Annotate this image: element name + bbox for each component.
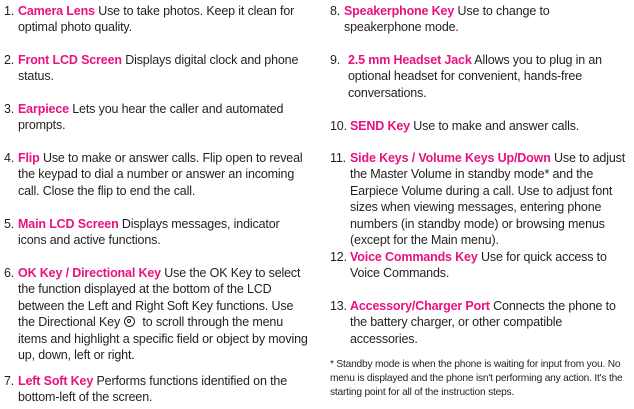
item-text: Use to make or answer calls. Flip open t… [18,151,303,198]
item-number: 4. [4,151,15,165]
item-term: Earpiece [18,102,69,117]
list-item-9: 9. 2.5 mm Headset Jack Allows you to plu… [330,52,630,101]
item-number: 1. [4,4,15,18]
list-item-13: 13. Accessory/Charger Port Connects the … [330,298,630,347]
item-term: Front LCD Screen [18,53,122,68]
directional-key-icon [124,316,136,328]
item-term: 2.5 mm Headset Jack [348,53,472,68]
item-number: 9. [330,53,341,67]
list-item-11: 11. Side Keys / Volume Keys Up/Down Use … [330,150,630,248]
item-number: 13. [330,299,347,313]
item-term: Camera Lens [18,4,95,19]
item-term: Left Soft Key [18,374,94,389]
list-item-3: 3. Earpiece Lets you hear the caller and… [4,101,310,134]
item-number: 5. [4,217,15,231]
item-number: 7. [4,374,15,388]
list-item-12: 12. Voice Commands Key Use for quick acc… [330,249,630,282]
list-item-8: 8. Speakerphone Key Use to change to spe… [330,3,630,36]
item-term: Flip [18,151,40,166]
item-number: 12. [330,250,347,264]
item-number: 8. [330,4,341,18]
item-number: 2. [4,53,15,67]
item-term: Speakerphone Key [344,4,455,19]
item-term: SEND Key [350,119,410,134]
list-item-1: 1. Camera Lens Use to take photos. Keep … [4,3,310,36]
item-number: 6. [4,266,15,280]
item-term: OK Key / Directional Key [18,266,161,281]
list-item-4: 4. Flip Use to make or answer calls. Fli… [4,150,310,199]
item-text: Use to adjust the Master Volume in stand… [350,151,626,248]
standby-footnote: * Standby mode is when the phone is wait… [330,359,623,399]
item-term: Main LCD Screen [18,217,119,232]
list-item-6: 6. OK Key / Directional Key Use the OK K… [4,265,310,363]
item-term: Side Keys / Volume Keys Up/Down [350,151,551,166]
item-number: 10. [330,119,347,133]
item-term: Accessory/Charger Port [350,299,490,314]
item-number: 3. [4,102,15,116]
list-item-7: 7. Left Soft Key Performs functions iden… [4,373,310,406]
item-term: Voice Commands Key [350,250,478,265]
list-item-5: 5. Main LCD Screen Displays messages, in… [4,216,310,249]
list-item-2: 2. Front LCD Screen Displays digital clo… [4,52,310,85]
item-text: Use to make and answer calls. [409,119,580,134]
list-item-10: 10. SEND Key Use to make and answer call… [330,118,630,134]
item-number: 11. [330,151,346,165]
